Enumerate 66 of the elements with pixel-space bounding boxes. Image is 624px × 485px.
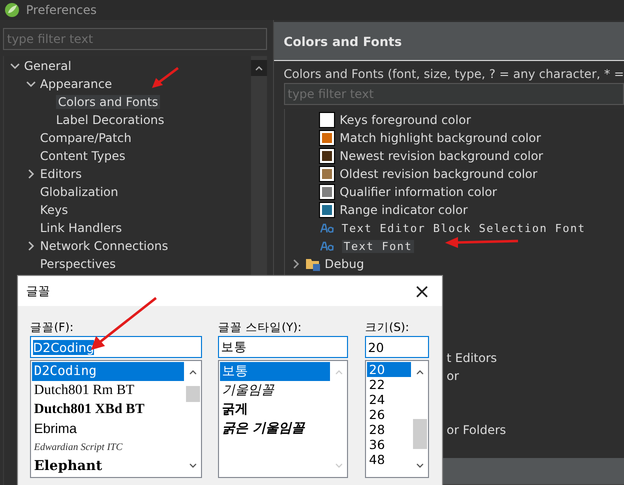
tree-item[interactable]: Debug xyxy=(284,255,624,273)
tree-item[interactable]: Colors and Fonts xyxy=(4,93,251,111)
tree-item[interactable]: Match highlight background color xyxy=(284,129,624,147)
style-option[interactable]: 보통 xyxy=(220,362,330,381)
tree-item[interactable]: Range indicator color xyxy=(284,201,624,219)
font-option[interactable]: D2Coding xyxy=(32,362,184,381)
tree-item[interactable]: Keys xyxy=(4,201,251,219)
tree-item[interactable]: or xyxy=(446,367,459,385)
page-title: Colors and Fonts xyxy=(284,34,402,48)
font-icon xyxy=(320,222,336,234)
scroll-up-icon[interactable] xyxy=(250,60,267,76)
style-list[interactable]: 보통 기울임꼴 굵게 굵은 기울임꼴 xyxy=(218,360,348,478)
size-label: 크기(S): xyxy=(365,320,410,336)
tree-item[interactable]: Globalization xyxy=(4,183,251,201)
tree-item[interactable]: Text Font xyxy=(284,237,624,255)
size-option[interactable]: 20 xyxy=(367,362,411,377)
tree-item[interactable]: Perspectives xyxy=(4,255,251,273)
chevron-icon[interactable] xyxy=(26,241,36,251)
tree-item[interactable]: Oldest revision background color xyxy=(284,165,624,183)
app-logo-icon xyxy=(4,2,20,18)
size-option[interactable]: 48 xyxy=(367,452,411,467)
font-option[interactable]: Dutch801 Rm BT xyxy=(32,381,184,400)
window-title: Preferences xyxy=(26,3,97,17)
tree-item[interactable]: Link Handlers xyxy=(4,219,251,237)
size-field[interactable]: 20 xyxy=(365,336,429,358)
font-option[interactable]: Dutch801 XBd BT xyxy=(32,400,184,419)
tree-item[interactable]: Content Types xyxy=(4,147,251,165)
font-label: 글꼴(F): xyxy=(30,320,74,336)
size-option[interactable]: 22 xyxy=(367,377,411,392)
close-button[interactable]: × xyxy=(402,276,442,306)
style-option[interactable]: 기울임꼴 xyxy=(220,381,330,400)
style-option[interactable]: 굵은 기울임꼴 xyxy=(220,419,330,438)
tree-item[interactable]: Qualifier information color xyxy=(284,183,624,201)
tree-item[interactable]: Label Decorations xyxy=(4,111,251,129)
tree-item[interactable]: Appearance xyxy=(4,75,251,93)
size-option[interactable]: 28 xyxy=(367,422,411,437)
style-option[interactable]: 굵게 xyxy=(220,400,330,419)
font-icon xyxy=(320,240,336,252)
size-option[interactable]: 26 xyxy=(367,407,411,422)
font-option[interactable]: Ebrima xyxy=(32,419,184,438)
description-text: Colors and Fonts (font, size, type, ? = any character, * = xyxy=(284,67,624,81)
tree-item[interactable]: Network Connections xyxy=(4,237,251,255)
scroll-thumb[interactable] xyxy=(186,386,200,402)
folder-icon xyxy=(304,256,321,272)
size-option[interactable]: 24 xyxy=(367,392,411,407)
tree-item[interactable]: General xyxy=(4,57,251,75)
tree-item[interactable]: Text Editor Block Selection Font xyxy=(284,219,624,237)
tree-item[interactable]: Newest revision background color xyxy=(284,147,624,165)
tree-item[interactable]: Keys foreground color xyxy=(284,111,624,129)
font-field[interactable]: D2Coding xyxy=(30,336,202,358)
font-option[interactable]: Edwardian Script ITC xyxy=(32,438,184,457)
tree-item[interactable]: Compare/Patch xyxy=(4,129,251,147)
chevron-icon[interactable] xyxy=(290,259,301,269)
dialog-title: 글꼴 xyxy=(26,282,50,300)
scroll-thumb[interactable] xyxy=(413,419,427,449)
tree-item[interactable]: or Folders xyxy=(446,421,506,439)
annotation-arrow xyxy=(150,66,180,90)
font-list[interactable]: D2Coding Dutch801 Rm BT Dutch801 XBd BT Ebrima Edwardian Script ITC Elephant xyxy=(30,360,202,478)
size-list[interactable]: 20 22 24 26 28 36 48 xyxy=(365,360,429,478)
style-field[interactable]: 보통 xyxy=(218,336,348,358)
tree-item[interactable]: t Editors xyxy=(446,349,497,367)
chevron-icon[interactable] xyxy=(26,169,36,179)
tree-item[interactable]: Editors xyxy=(4,165,251,183)
font-option[interactable]: Elephant xyxy=(32,457,184,476)
style-label: 글꼴 스타일(Y): xyxy=(218,320,303,336)
size-option[interactable]: 36 xyxy=(367,437,411,452)
